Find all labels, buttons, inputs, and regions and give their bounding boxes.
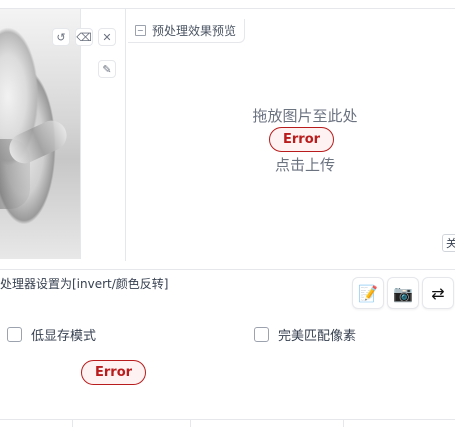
- erase-icon[interactable]: ⌫: [75, 28, 93, 46]
- close-icon[interactable]: ✕: [98, 28, 116, 46]
- preview-error-badge: Error: [269, 127, 335, 152]
- camera-icon: 📷: [393, 283, 413, 303]
- input-image: [0, 9, 80, 259]
- swap-button[interactable]: ⇄: [422, 277, 454, 309]
- preview-label-text: 预处理效果预览: [152, 24, 237, 38]
- click-upload-text[interactable]: 点击上传: [240, 154, 370, 175]
- edit-icon: 📝: [358, 283, 378, 303]
- preview-label: 预处理效果预览: [128, 19, 246, 43]
- image-icon: [135, 25, 146, 36]
- low-vram-checkbox[interactable]: [7, 327, 22, 342]
- bottom-error-badge: Error: [81, 360, 147, 385]
- close-preview-button[interactable]: 关: [442, 234, 455, 252]
- processor-setting-text: 处理器设置为[invert/颜色反转]: [0, 277, 169, 291]
- column-divider: [343, 419, 344, 427]
- middle-divider: [0, 269, 455, 270]
- image-highlight: [4, 115, 72, 169]
- drop-zone-text[interactable]: 拖放图片至此处: [240, 105, 370, 126]
- pixel-perfect-checkbox[interactable]: [254, 327, 269, 342]
- pixel-perfect-label: 完美匹配像素: [278, 329, 357, 344]
- panel-divider: [125, 9, 126, 261]
- image-edge: [80, 9, 81, 259]
- brush-icon[interactable]: ✎: [98, 60, 116, 78]
- column-divider: [72, 419, 73, 427]
- input-image-canvas[interactable]: [0, 9, 125, 259]
- pixel-perfect-option[interactable]: 完美匹配像素: [254, 325, 356, 344]
- column-divider: [190, 419, 191, 427]
- swap-icon: ⇄: [431, 283, 445, 303]
- camera-button[interactable]: 📷: [387, 277, 419, 309]
- undo-icon[interactable]: ↺: [52, 28, 70, 46]
- low-vram-label: 低显存模式: [31, 329, 97, 344]
- bottom-divider: [0, 419, 455, 420]
- edit-button[interactable]: 📝: [352, 277, 384, 309]
- low-vram-option[interactable]: 低显存模式: [7, 325, 96, 344]
